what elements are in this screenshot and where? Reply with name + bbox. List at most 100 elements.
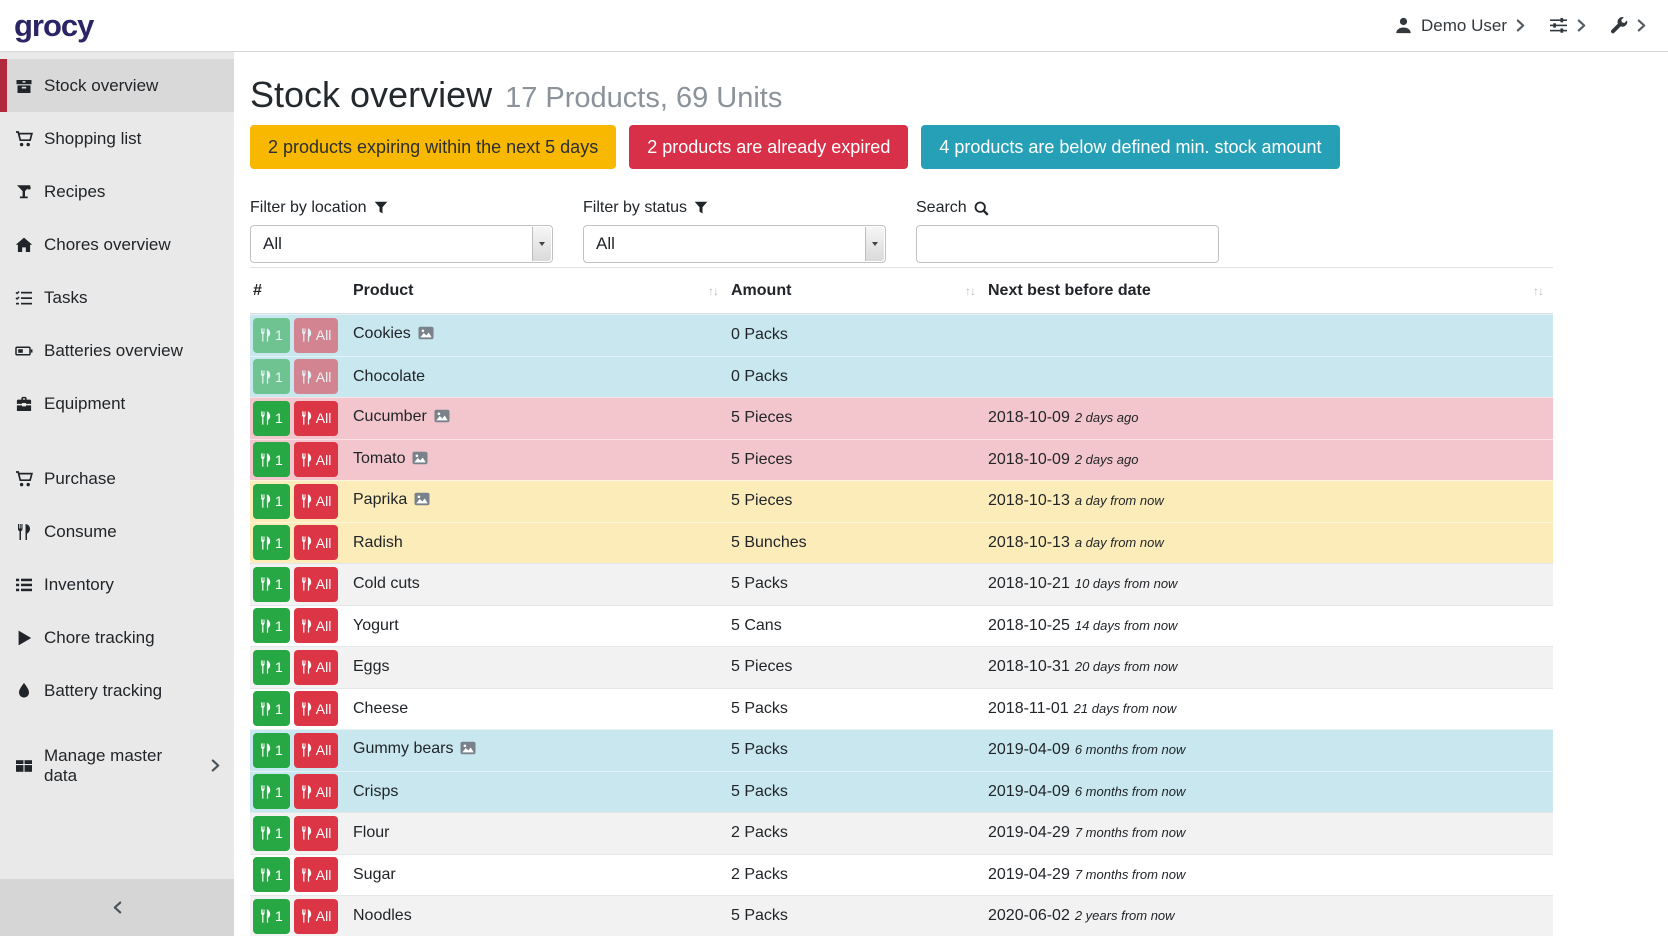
consume-all-button[interactable]: All [294,359,339,394]
sidebar-item-inventory[interactable]: Inventory [0,558,234,611]
consume-one-button[interactable]: 1 [253,816,290,851]
sidebar-item-stock-overview[interactable]: Stock overview [0,59,234,112]
alert-info-button[interactable]: 4 products are below defined min. stock … [921,125,1339,169]
sidebar-item-recipes[interactable]: Recipes [0,165,234,218]
consume-all-button[interactable]: All [294,525,339,560]
status-filter-select[interactable]: All [583,225,886,263]
consume-one-button[interactable]: 1 [253,567,290,602]
consume-all-button[interactable]: All [294,650,339,685]
sidebar-item-purchase[interactable]: Purchase [0,452,234,505]
sidebar-item-label: Chore tracking [44,628,155,648]
best-before-cell: 2020-06-022 years from now [985,907,1553,925]
sidebar-item-chore-tracking[interactable]: Chore tracking [0,611,234,664]
consume-all-button[interactable]: All [294,567,339,602]
consume-all-button[interactable]: All [294,857,339,892]
sidebar-item-shopping-list[interactable]: Shopping list [0,112,234,165]
amount-cell: 5 Pieces [728,492,985,510]
sidebar-item-manage-master-data[interactable]: Manage master data [0,739,234,792]
chevron-left-icon [113,901,122,914]
user-menu[interactable]: Demo User [1395,16,1525,36]
consume-all-button[interactable]: All [294,318,339,353]
location-filter-value: All [263,234,282,254]
stock-table: # Product ↑↓ Amount ↑↓ Next best before … [250,267,1553,936]
app-logo[interactable]: grocy [14,8,93,44]
consume-one-button[interactable]: 1 [253,608,290,643]
consume-all-button[interactable]: All [294,691,339,726]
best-before-timeago: 10 days from now [1075,576,1178,591]
location-filter-select[interactable]: All [250,225,553,263]
consume-one-button[interactable]: 1 [253,650,290,685]
dropdown-arrow-icon [865,227,884,261]
consume-all-button[interactable]: All [294,484,339,519]
consume-all-button-label: All [316,867,332,883]
sidebar-item-equipment[interactable]: Equipment [0,377,234,430]
consume-all-button[interactable]: All [294,442,339,477]
consume-all-button-label: All [316,410,332,426]
alert-warning-button[interactable]: 2 products expiring within the next 5 da… [250,125,616,169]
consume-one-button[interactable]: 1 [253,318,290,353]
row-actions: 1 All [250,401,350,436]
search-input[interactable] [916,225,1219,263]
sidebar-item-batteries-overview[interactable]: Batteries overview [0,324,234,377]
row-actions: 1All [250,733,350,768]
consume-one-button-label: 1 [275,535,283,551]
consume-all-button[interactable]: All [294,816,339,851]
consume-one-button[interactable]: 1 [253,359,290,394]
consume-all-button[interactable]: All [294,608,339,643]
sidebar-item-battery-tracking[interactable]: Battery tracking [0,664,234,717]
product-name: Eggs [353,658,389,675]
best-before-timeago: 6 months from now [1075,742,1186,757]
stock-alerts: 2 products expiring within the next 5 da… [250,125,1553,169]
chevron-right-icon [211,759,220,772]
sidebar-item-chores-overview[interactable]: Chores overview [0,218,234,271]
sidebar-item-label: Recipes [44,182,105,202]
product-picture-icon [412,451,428,470]
amount-cell: 5 Packs [728,907,985,925]
alert-danger-button[interactable]: 2 products are already expired [629,125,908,169]
amount-cell: 2 Packs [728,866,985,884]
product-cell: Tomato [350,450,728,470]
consume-one-button[interactable]: 1 [253,484,290,519]
sidebar-item-label: Shopping list [44,129,141,149]
table-row: 1AllTomato5 Pieces2018-10-092 days ago [250,439,1553,481]
tasks-icon [15,289,33,307]
column-header-best-before[interactable]: Next best before date ↑↓ [985,282,1553,300]
consume-one-button[interactable]: 1 [253,442,290,477]
consume-one-button[interactable]: 1 [253,401,290,436]
consume-one-button-label: 1 [275,410,283,426]
column-header-amount[interactable]: Amount ↑↓ [728,282,985,300]
amount-cell: 5 Packs [728,741,985,759]
product-name: Gummy bears [353,740,453,757]
consume-one-button[interactable]: 1 [253,899,290,934]
utensils-icon [260,826,271,840]
sidebar-item-label: Chores overview [44,235,171,255]
consume-one-button[interactable]: 1 [253,691,290,726]
amount-cell: 0 Packs [728,326,985,344]
location-filter: Filter by location All [250,199,553,263]
row-actions: 1All [250,691,350,726]
consume-one-button[interactable]: 1 [253,525,290,560]
utensils-icon [260,536,271,550]
settings-menu[interactable] [1549,17,1586,34]
consume-all-button[interactable]: All [294,774,339,809]
sidebar-item-tasks[interactable]: Tasks [0,271,234,324]
product-cell: Crisps [350,783,728,801]
consume-one-button[interactable]: 1 [253,774,290,809]
consume-all-button[interactable]: All [294,733,339,768]
row-actions: 1All [250,359,350,394]
consume-all-button[interactable]: All [294,401,339,436]
column-header-product[interactable]: Product ↑↓ [350,282,728,300]
sidebar-item-consume[interactable]: Consume [0,505,234,558]
admin-menu[interactable] [1610,17,1646,35]
consume-one-button[interactable]: 1 [253,857,290,892]
best-before-date: 2018-10-09 [988,409,1070,426]
filter-icon [694,201,708,215]
top-navbar: grocy Demo User [0,0,1668,52]
consume-all-button[interactable]: All [294,899,339,934]
best-before-cell: 2018-10-2514 days from now [985,617,1553,635]
utensils-icon [260,785,271,799]
sidebar-collapse-button[interactable] [0,879,234,936]
row-actions: 1 All [250,857,350,892]
product-name: Yogurt [353,617,399,634]
consume-one-button[interactable]: 1 [253,733,290,768]
